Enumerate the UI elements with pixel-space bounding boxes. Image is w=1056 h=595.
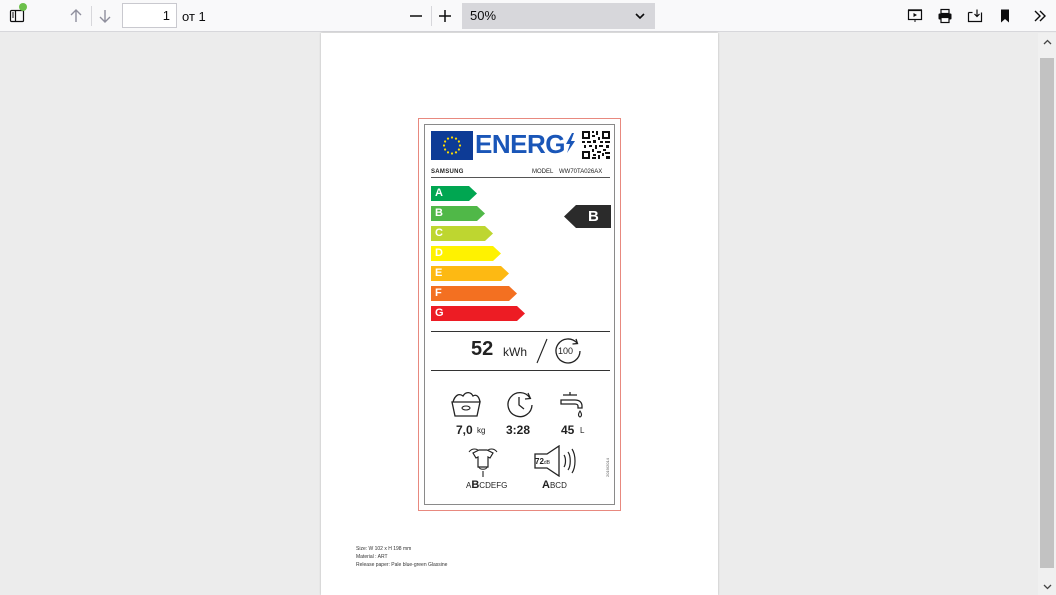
energy-class-letter: C [435,227,443,239]
energy-heading: ENERG [475,129,575,159]
energy-label-cut-line: ENERG SAMSUNG MODEL WW70TA026AX A B C D … [418,118,621,511]
printer-icon [938,8,952,24]
previous-page-button[interactable] [64,4,88,28]
presentation-mode-button[interactable] [903,4,927,28]
zoom-in-button[interactable] [433,4,457,28]
model-value: WW70TA026AX [559,169,603,175]
scroll-up-button[interactable] [1038,33,1056,50]
energy-class-bar-b: B [431,206,485,221]
print-button[interactable] [933,4,957,28]
zoom-select[interactable]: 50% [462,3,655,29]
next-page-button[interactable] [93,4,117,28]
model-label: MODEL [532,169,554,175]
energy-class-bar-e: E [431,266,509,281]
energy-consumption-unit: kWh [503,345,527,359]
energy-class-letter: F [435,287,442,299]
toolbar-separator [431,6,432,26]
divider [431,331,610,332]
page-number-input[interactable]: 1 [122,3,177,28]
bookmark-button[interactable] [993,4,1017,28]
water-unit: L [580,426,585,435]
save-button[interactable] [963,4,987,28]
energy-class-letter: A [435,187,443,199]
water-value: 45 [561,423,575,437]
more-tools-button[interactable] [1028,4,1052,28]
noise-class-scale: ABCD [542,479,567,491]
zoom-out-button[interactable] [404,4,428,28]
minus-icon [410,15,422,17]
document-viewer[interactable]: ENERG SAMSUNG MODEL WW70TA026AX A B C D … [0,33,1038,595]
energy-class-bar-f: F [431,286,517,301]
duration-value: 3:28 [506,423,531,437]
water-tap-icon [559,389,589,424]
regulation-number: 2019/2014 [605,458,610,477]
energy-label: ENERG SAMSUNG MODEL WW70TA026AX A B C D … [424,124,615,505]
arrow-up-icon [70,9,82,22]
chevron-down-icon [1043,584,1051,589]
energy-class-bar-c: C [431,226,493,241]
bookmark-icon [1001,9,1009,23]
energy-class-bar-d: D [431,246,501,261]
arrow-down-icon [99,10,111,23]
energy-rating-badge: B [564,205,611,228]
double-chevron-right-icon [1034,10,1046,22]
energy-class-bar-g: G [431,306,525,321]
energy-class-letter: D [435,247,443,259]
notification-dot [19,3,27,11]
divider [431,177,610,178]
scroll-thumb[interactable] [1040,58,1054,568]
capacity-value: 7,0 [456,423,473,437]
scroll-down-button[interactable] [1038,578,1056,595]
download-icon [967,9,983,23]
qr-code-icon [581,130,611,160]
cycles-count: 100 [558,346,574,356]
energy-class-letter: E [435,267,443,279]
footer-material: Material : ART [356,554,388,560]
slash-divider [536,338,548,364]
pdf-toolbar: 1 от 1 50% [0,0,1056,32]
toolbar-separator [91,6,92,26]
energy-consumption-value: 52 [471,338,494,360]
clock-icon [504,389,536,424]
energy-rating-letter: B [588,208,599,225]
zoom-value: 50% [470,8,497,23]
energy-class-letter: B [435,207,443,219]
energy-class-bar-a: A [431,186,477,201]
laundry-basket-icon [448,390,484,423]
chevron-up-icon [1043,39,1051,44]
capacity-unit: kg [477,426,486,435]
energy-class-letter: G [435,307,444,319]
lightning-icon [565,133,575,153]
chevron-down-icon [635,13,645,20]
brand-name: SAMSUNG [431,169,464,175]
footer-release: Release paper: Pale blue-green Glassine [356,562,448,568]
plus-icon [439,10,451,22]
page-total: от 1 [182,9,206,24]
presentation-icon [907,9,923,22]
spin-class-scale: ABCDEFG [466,479,508,491]
vertical-scrollbar[interactable] [1038,33,1056,595]
divider [431,370,610,371]
eu-flag-icon [431,131,473,160]
noise-value: 72dB [535,457,551,466]
pdf-page: ENERG SAMSUNG MODEL WW70TA026AX A B C D … [321,33,718,595]
footer-size: Size: W 102 x H 198 mm [356,546,412,552]
